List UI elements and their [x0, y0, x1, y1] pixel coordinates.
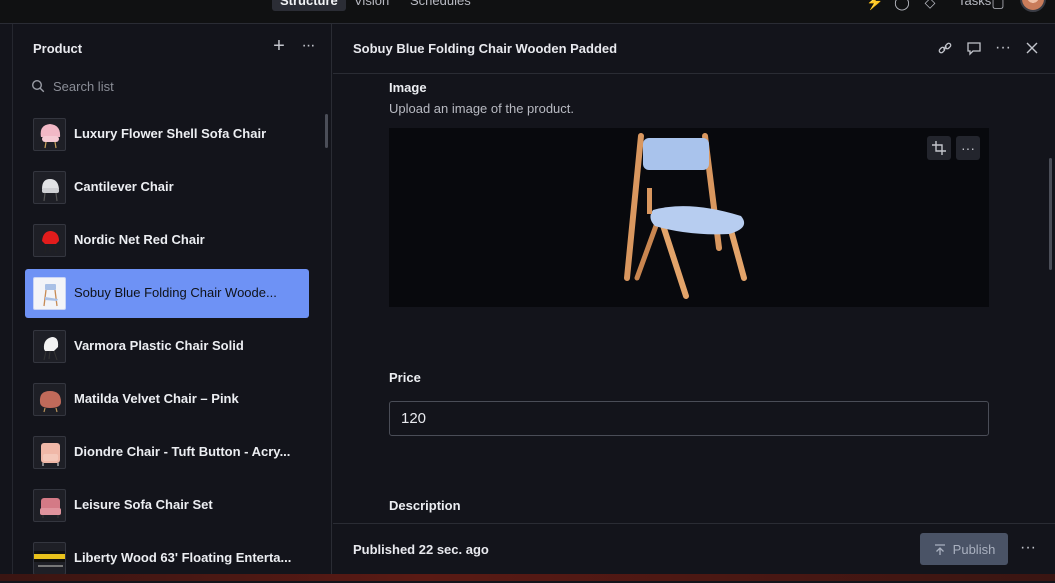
product-thumbnail: [33, 436, 66, 469]
document-header: Sobuy Blue Folding Chair Wooden Padded ·…: [333, 24, 1055, 74]
tab-structure[interactable]: Structure: [272, 0, 346, 11]
product-image: [624, 133, 747, 299]
list-scrollbar[interactable]: [325, 114, 328, 148]
list-item-label: Cantilever Chair: [74, 179, 174, 194]
price-input[interactable]: [389, 401, 989, 436]
list-item[interactable]: Nordic Net Red Chair: [25, 216, 309, 265]
notifications-icon[interactable]: ◇: [922, 0, 938, 10]
close-icon[interactable]: [1023, 39, 1041, 57]
product-thumbnail: [33, 542, 66, 575]
document-footer: Published 22 sec. ago Publish ···: [333, 523, 1055, 575]
list-header: Product + ···: [13, 24, 333, 72]
image-field-label: Image: [389, 80, 427, 95]
publish-status: Published 22 sec. ago: [353, 542, 489, 557]
top-navbar: Structure Vision Schedules ⚡ ◯ ◇ Tasks ▢: [0, 0, 1055, 24]
lightning-icon[interactable]: ⚡: [866, 0, 883, 10]
status-time: 22 sec. ago: [418, 542, 489, 557]
document-title: Sobuy Blue Folding Chair Wooden Padded: [353, 41, 618, 56]
price-field-label: Price: [389, 370, 421, 385]
list-item[interactable]: Luxury Flower Shell Sofa Chair: [25, 110, 309, 159]
product-thumbnail: [33, 489, 66, 522]
list-item[interactable]: Varmora Plastic Chair Solid: [25, 322, 309, 371]
document-list-pane: Product + ··· Luxury Flower Shell Sofa C…: [12, 24, 332, 581]
list-item-label: Leisure Sofa Chair Set: [74, 497, 213, 512]
tasks-icon: ▢: [991, 0, 1005, 10]
list-item-label: Luxury Flower Shell Sofa Chair: [74, 126, 267, 141]
product-thumbnail: [33, 330, 66, 363]
publish-icon: [934, 543, 945, 555]
list-item[interactable]: Cantilever Chair: [25, 163, 309, 212]
tab-schedules[interactable]: Schedules: [402, 0, 479, 11]
search-icon: [31, 79, 45, 93]
image-field-description: Upload an image of the product.: [389, 101, 575, 116]
search-input[interactable]: [53, 76, 313, 96]
list-item-selected[interactable]: Sobuy Blue Folding Chair Woode...: [25, 269, 309, 318]
product-thumbnail: [33, 277, 66, 310]
editor-scrollbar[interactable]: [1049, 158, 1052, 270]
list-item-label: Diondre Chair - Tuft Button - Acry...: [74, 444, 291, 459]
product-thumbnail: [33, 224, 66, 257]
list-item-label: Matilda Velvet Chair – Pink: [74, 391, 239, 406]
add-icon[interactable]: +: [270, 36, 288, 56]
help-icon[interactable]: ◯: [894, 0, 910, 10]
product-thumbnail: [33, 171, 66, 204]
description-field-label: Description: [389, 498, 461, 513]
list-item-label: Nordic Net Red Chair: [74, 232, 205, 247]
product-thumbnail: [33, 118, 66, 151]
list-item-label: Sobuy Blue Folding Chair Woode...: [74, 285, 277, 300]
product-thumbnail: [33, 383, 66, 416]
list-item[interactable]: Diondre Chair - Tuft Button - Acry...: [25, 428, 309, 477]
status-prefix: Published: [353, 542, 416, 557]
document-editor-pane: Sobuy Blue Folding Chair Wooden Padded ·…: [333, 24, 1055, 581]
publish-button[interactable]: Publish: [920, 533, 1008, 565]
list-item[interactable]: Leisure Sofa Chair Set: [25, 481, 309, 530]
search-bar: [23, 74, 321, 98]
footer-more-icon[interactable]: ···: [1019, 539, 1037, 557]
more-icon[interactable]: ···: [299, 37, 317, 55]
image-preview[interactable]: ···: [389, 128, 989, 307]
avatar[interactable]: [1020, 0, 1046, 12]
list-item[interactable]: Matilda Velvet Chair – Pink: [25, 375, 309, 424]
crop-icon[interactable]: [927, 136, 951, 160]
list-item-label: Liberty Wood 63' Floating Enterta...: [74, 550, 292, 565]
list-title: Product: [33, 41, 83, 56]
publish-label: Publish: [952, 542, 996, 558]
tab-vision[interactable]: Vision: [346, 0, 397, 11]
comment-icon[interactable]: [965, 39, 983, 57]
list-item-label: Varmora Plastic Chair Solid: [74, 338, 244, 353]
link-icon[interactable]: [936, 39, 954, 57]
taskbar-strip: [0, 574, 1055, 581]
more-icon[interactable]: ···: [994, 39, 1012, 57]
image-more-icon[interactable]: ···: [956, 136, 980, 160]
